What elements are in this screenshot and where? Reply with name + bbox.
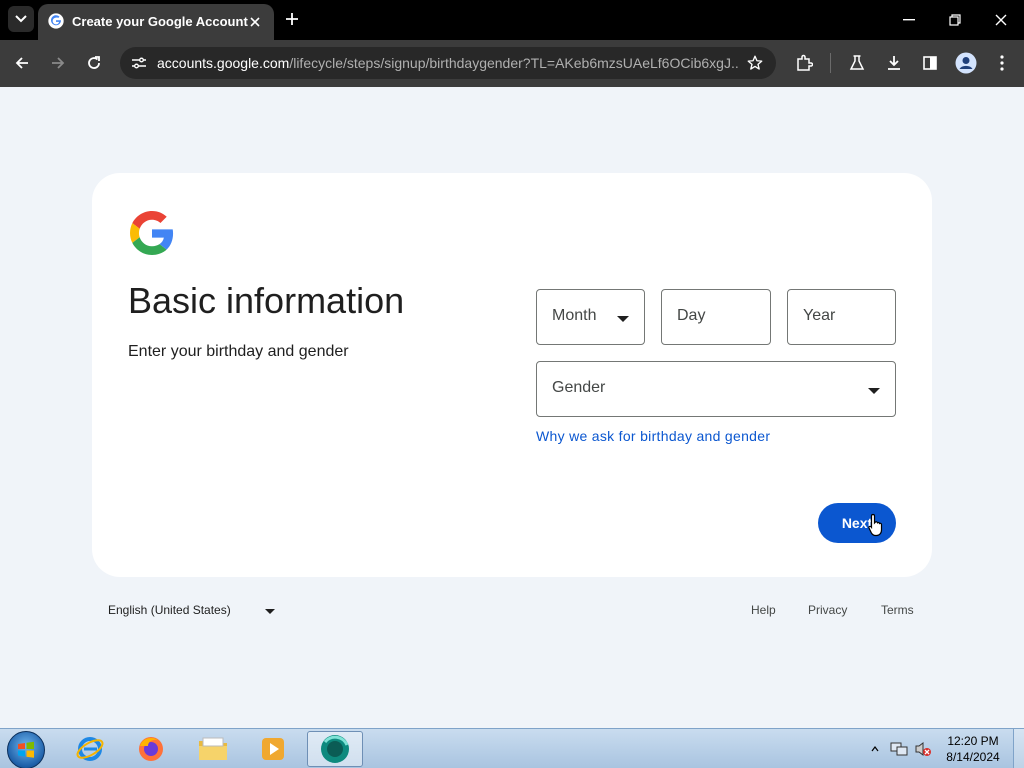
- restore-icon[interactable]: [933, 5, 977, 35]
- terms-link[interactable]: Terms: [881, 603, 914, 617]
- close-icon[interactable]: [244, 11, 266, 33]
- address-bar[interactable]: accounts.google.com/lifecycle/steps/sign…: [120, 47, 776, 79]
- hand-cursor-icon: [868, 513, 883, 537]
- language-select[interactable]: English (United States): [108, 603, 231, 617]
- browser-tab-strip: Create your Google Account: [0, 0, 1024, 40]
- plus-icon[interactable]: [281, 8, 303, 30]
- url-text: accounts.google.com/lifecycle/steps/sign…: [157, 55, 739, 71]
- month-placeholder: Month: [552, 307, 597, 324]
- help-link[interactable]: Help: [751, 603, 776, 617]
- page-subtitle: Enter your birthday and gender: [128, 343, 349, 360]
- back-icon[interactable]: [7, 48, 37, 78]
- tab-title: Create your Google Account: [72, 14, 248, 29]
- taskbar-clock[interactable]: 12:20 PM 8/14/2024: [940, 733, 1006, 765]
- chevron-down-icon[interactable]: [265, 609, 275, 614]
- internet-explorer-icon[interactable]: [62, 731, 118, 767]
- browser-toolbar: accounts.google.com/lifecycle/steps/sign…: [0, 40, 1024, 87]
- day-input[interactable]: Day: [661, 289, 771, 345]
- close-window-icon[interactable]: [979, 5, 1023, 35]
- more-icon[interactable]: [987, 48, 1017, 78]
- google-logo: [130, 211, 174, 255]
- tab-active[interactable]: Create your Google Account: [38, 4, 274, 40]
- google-favicon: [48, 13, 64, 29]
- labs-icon[interactable]: [842, 48, 872, 78]
- tray-expand-icon[interactable]: [868, 729, 882, 768]
- volume-muted-icon[interactable]: [912, 729, 934, 768]
- year-placeholder: Year: [803, 307, 836, 324]
- clock-time: 12:20 PM: [947, 734, 999, 748]
- extensions-icon[interactable]: [789, 48, 819, 78]
- why-birthday-gender-link[interactable]: Why we ask for birthday and gender: [536, 428, 770, 444]
- chrome-app-icon[interactable]: [307, 731, 363, 767]
- network-icon[interactable]: [888, 729, 910, 768]
- gender-select[interactable]: Gender: [536, 361, 896, 417]
- windows-taskbar: 12:20 PM 8/14/2024: [0, 728, 1024, 768]
- privacy-link[interactable]: Privacy: [808, 603, 847, 617]
- download-icon[interactable]: [879, 48, 909, 78]
- windows-start-icon[interactable]: [7, 731, 45, 768]
- show-desktop-button[interactable]: [1013, 729, 1024, 768]
- minimize-icon[interactable]: [887, 5, 931, 35]
- reload-icon[interactable]: [79, 48, 109, 78]
- file-explorer-icon[interactable]: [185, 731, 241, 767]
- side-panel-icon[interactable]: [915, 48, 945, 78]
- toolbar-separator: [830, 53, 831, 73]
- firefox-icon[interactable]: [123, 731, 179, 767]
- forward-icon[interactable]: [43, 48, 73, 78]
- page-title: Basic information: [128, 280, 405, 321]
- month-select[interactable]: Month: [536, 289, 645, 345]
- star-icon[interactable]: [744, 52, 766, 74]
- year-input[interactable]: Year: [787, 289, 896, 345]
- url-host: accounts.google.com: [157, 55, 290, 71]
- profile-icon[interactable]: [951, 48, 981, 78]
- signup-card: Basic information Enter your birthday an…: [92, 173, 932, 577]
- media-player-icon[interactable]: [245, 731, 301, 767]
- clock-date: 8/14/2024: [946, 750, 1000, 764]
- url-path: /lifecycle/steps/signup/birthdaygender?T…: [289, 55, 739, 71]
- day-placeholder: Day: [677, 307, 706, 324]
- chevron-down-icon: [617, 316, 629, 322]
- site-info-icon[interactable]: [128, 52, 150, 74]
- next-button[interactable]: Next: [818, 503, 896, 543]
- chevron-down-icon: [868, 388, 880, 394]
- gender-placeholder: Gender: [552, 379, 606, 396]
- tab-list-icon[interactable]: [8, 6, 34, 32]
